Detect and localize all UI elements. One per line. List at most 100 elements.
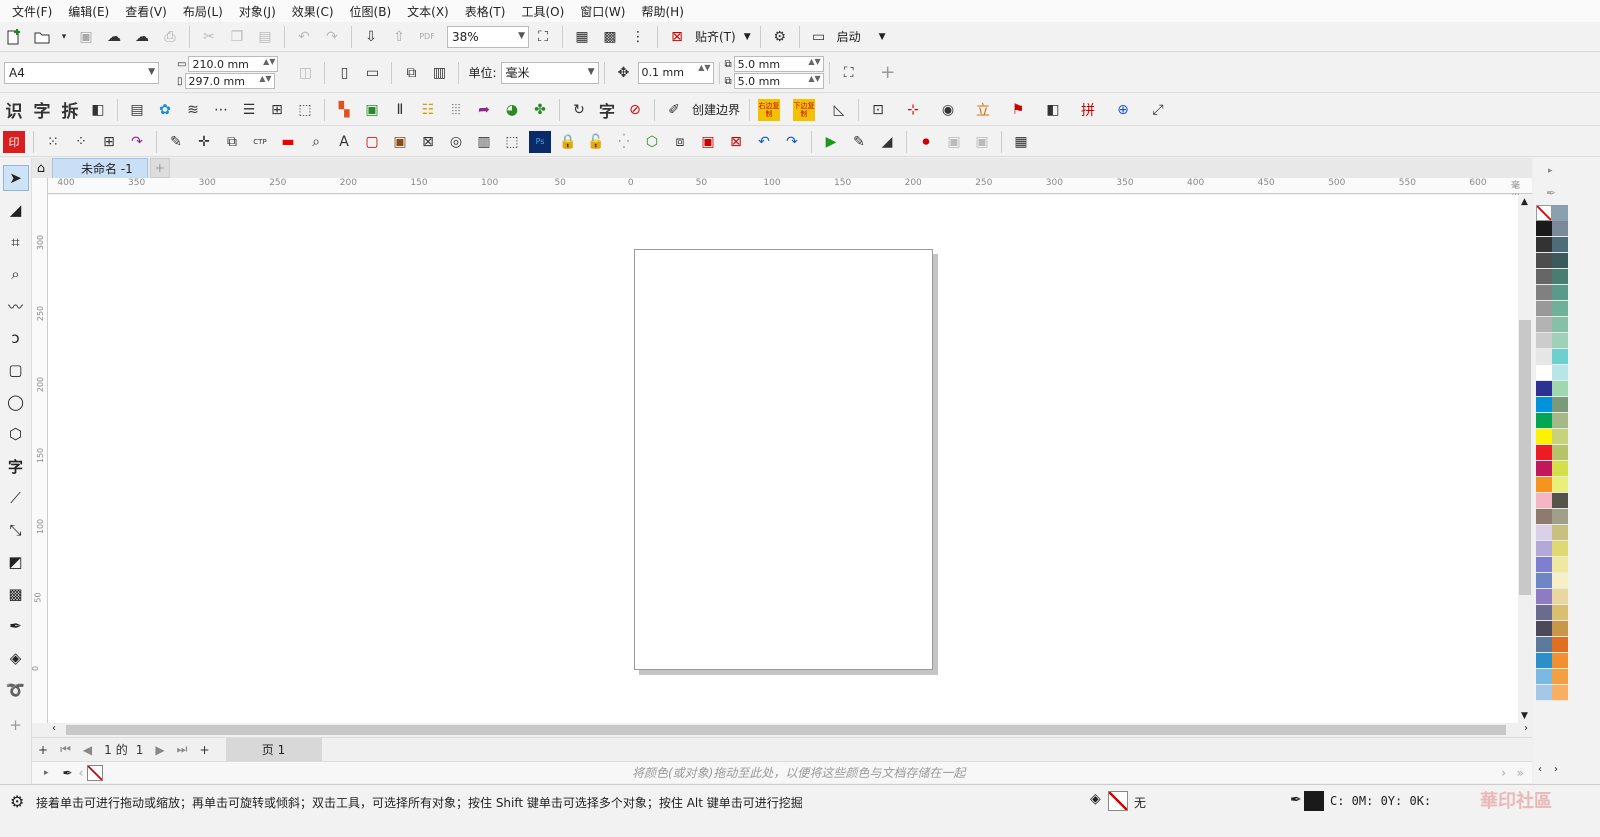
palette-swatch[interactable] <box>1552 381 1568 397</box>
palette-swatch[interactable] <box>1552 445 1568 461</box>
menu-object[interactable]: 对象(J) <box>235 3 288 20</box>
rectangle-tool-icon[interactable]: ▢ <box>3 357 29 383</box>
lines-icon[interactable]: ☰ <box>238 99 260 121</box>
photoshop-icon[interactable]: Ps <box>529 130 551 153</box>
chip-icon[interactable]: ⊡ <box>867 99 889 121</box>
palette-swatch[interactable] <box>1536 317 1552 333</box>
palette-swatch[interactable] <box>1536 445 1552 461</box>
pen-icon[interactable]: ✎ <box>165 131 187 153</box>
horizontal-ruler[interactable]: 400 350 300 250 200 150 100 50 0 50 100 150 200 250 30… <box>48 178 1532 204</box>
palette-swatch[interactable] <box>1536 621 1552 637</box>
menu-help[interactable]: 帮助(H) <box>637 3 695 20</box>
palette-swatch[interactable] <box>1536 285 1552 301</box>
record-icon[interactable]: ⏺ <box>915 131 937 153</box>
gear-icon[interactable]: ⚙ <box>10 792 24 811</box>
char-button[interactable]: 字 <box>31 99 53 122</box>
transparency-icon[interactable]: ▩ <box>3 581 29 607</box>
palette-swatch[interactable] <box>1536 685 1552 701</box>
scroll-left-icon[interactable]: ‹ <box>52 723 56 734</box>
document-page[interactable] <box>634 249 933 670</box>
freehand-tool-icon[interactable]: 〰 <box>3 293 29 319</box>
distribute-icon[interactable]: ⋯ <box>210 99 232 121</box>
pick-tool-icon[interactable]: ➤ <box>2 165 29 191</box>
palette-swatch[interactable] <box>1552 365 1568 381</box>
create-boundary-button[interactable]: 创建边界 <box>692 101 740 118</box>
palette-swatch[interactable] <box>1536 365 1552 381</box>
barcode2-icon[interactable]: ▥ <box>473 131 495 153</box>
horizontal-scroll-thumb[interactable] <box>66 725 1506 735</box>
palette-swatch[interactable] <box>1536 525 1552 541</box>
scroll-right-icon[interactable]: › <box>1524 723 1528 734</box>
imposition-icon[interactable]: 拼 <box>1077 99 1099 121</box>
palette-swatch[interactable] <box>1536 381 1552 397</box>
add-page-after-icon[interactable]: + <box>199 743 209 757</box>
duplicate-x-input[interactable]: 5.0 mm ▲▼ <box>733 56 824 72</box>
palette-swatch[interactable] <box>1552 285 1568 301</box>
redo-blue-icon[interactable]: ↷ <box>781 131 803 153</box>
grid-dots-icon[interactable]: ⁙ <box>42 131 64 153</box>
palette-swatch[interactable] <box>1552 589 1568 605</box>
select-icon[interactable]: ⬚ <box>294 99 316 121</box>
palette-swatch[interactable] <box>1536 653 1552 669</box>
palette-swatch[interactable] <box>1552 621 1568 637</box>
menu-text[interactable]: 文本(X) <box>403 3 461 20</box>
palette-swatch[interactable] <box>1552 269 1568 285</box>
grid-dots2-icon[interactable]: ⁘ <box>70 131 92 153</box>
page-size-select[interactable]: A4 ▼ <box>4 61 159 84</box>
palette-swatch[interactable] <box>1536 589 1552 605</box>
text-tool-icon[interactable]: 字 <box>3 453 29 479</box>
palette-swatch[interactable] <box>1552 413 1568 429</box>
shapes-icon[interactable]: ⬡ <box>641 131 663 153</box>
add-tool-icon[interactable]: + <box>3 712 29 738</box>
menu-window[interactable]: 窗口(W) <box>576 3 637 20</box>
chevron-left-icon[interactable]: ‹ <box>79 766 84 780</box>
landscape-icon[interactable]: ▭ <box>361 62 383 84</box>
open-folder-icon[interactable] <box>31 26 53 48</box>
menu-view[interactable]: 查看(V) <box>121 3 179 20</box>
zoom-to-page-icon[interactable]: ⛶ <box>532 26 554 48</box>
no-color-swatch[interactable] <box>87 764 104 781</box>
zoom-select[interactable]: 38% ▼ <box>447 25 529 48</box>
palette-swatch[interactable] <box>1536 637 1552 653</box>
frame-icon[interactable]: ▢ <box>361 131 383 153</box>
new-document-icon[interactable] <box>3 26 25 48</box>
export-icon[interactable]: ⇧ <box>388 26 410 48</box>
palette-swatch[interactable] <box>1552 637 1568 653</box>
next-page-icon[interactable]: ▶ <box>155 743 164 757</box>
forbidden-icon[interactable]: ⊘ <box>624 99 646 121</box>
duplicate-y-input[interactable]: 5.0 mm ▲▼ <box>733 73 824 89</box>
double-chevron-icon[interactable]: » <box>1517 766 1524 780</box>
menu-table[interactable]: 表格(T) <box>461 3 518 20</box>
table-grid-icon[interactable]: ⊞ <box>98 131 120 153</box>
pdf-icon[interactable]: PDF <box>416 26 438 48</box>
barcode-icon[interactable]: ⦙⦙⦙ <box>445 99 467 121</box>
chart-icon[interactable]: ◢ <box>876 131 898 153</box>
scroll-down-icon[interactable]: ▼ <box>1521 711 1528 721</box>
launch-icon[interactable]: ▭ <box>808 26 830 48</box>
crosshair-icon[interactable]: ⊕ <box>1112 99 1134 121</box>
flag-icon[interactable]: ⚑ <box>1007 99 1029 121</box>
stop-icon[interactable]: ▣ <box>943 131 965 153</box>
ruler-icon[interactable]: ◺ <box>828 99 850 121</box>
align-shapes-icon[interactable]: ⧈ <box>669 131 691 153</box>
palette-swatch[interactable] <box>1552 541 1568 557</box>
flower-icon[interactable]: ✿ <box>154 99 176 121</box>
drop-shadow-icon[interactable]: ◩ <box>3 549 29 575</box>
palette-swatch[interactable] <box>1552 493 1568 509</box>
gear-icon[interactable]: ⚙ <box>769 26 791 48</box>
color-bar-icon[interactable]: ▬ <box>277 131 299 153</box>
portrait-icon[interactable]: ▯ <box>333 62 355 84</box>
menu-edit[interactable]: 编辑(E) <box>64 3 121 20</box>
red-cross-icon[interactable]: ⊠ <box>725 131 747 153</box>
add-page-before-icon[interactable]: + <box>38 743 48 757</box>
dimension-tool-icon[interactable]: ⟋ <box>3 485 29 511</box>
resize-icon[interactable]: ⊠ <box>417 131 439 153</box>
refresh-icon[interactable]: ↻ <box>568 99 590 121</box>
palette-swatch[interactable] <box>1536 493 1552 509</box>
page-width-input[interactable]: 210.0 mm ▲▼ <box>188 56 279 72</box>
palette-swatch[interactable] <box>1552 461 1568 477</box>
unit-select[interactable]: 毫米 ▼ <box>500 61 599 84</box>
expand-icon[interactable]: ⤢ <box>1147 99 1169 121</box>
redo-icon[interactable]: ↷ <box>321 26 343 48</box>
image-icon[interactable]: ▣ <box>361 99 383 121</box>
